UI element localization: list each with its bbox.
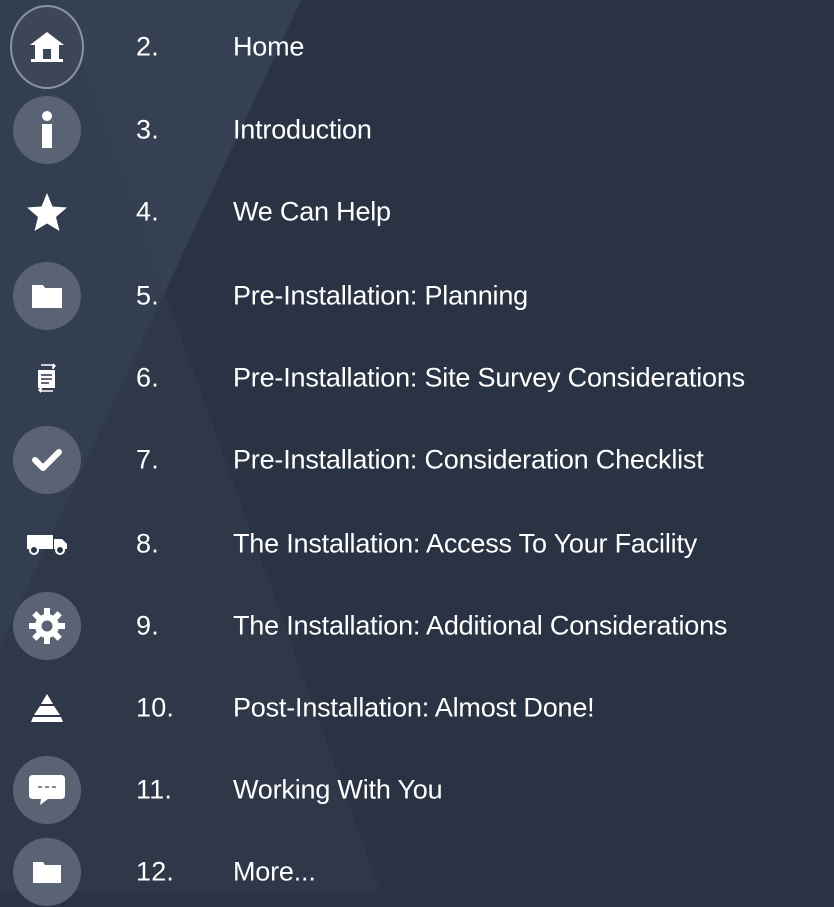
menu-item-introduction[interactable]: 3. Introduction bbox=[0, 95, 834, 165]
menu-item-label: The Installation: Additional Considerati… bbox=[233, 610, 728, 641]
menu-item-number: 6. bbox=[136, 362, 159, 393]
menu-item-number: 5. bbox=[136, 280, 159, 311]
checkmark-icon bbox=[13, 426, 81, 494]
truck-icon-button[interactable] bbox=[12, 509, 82, 579]
menu-item-number: 2. bbox=[136, 31, 159, 62]
menu-item-number: 9. bbox=[136, 610, 159, 641]
document-sync-icon bbox=[35, 361, 59, 395]
menu-item-number: 7. bbox=[136, 444, 159, 475]
menu-item-more[interactable]: 12. More... bbox=[0, 837, 834, 907]
menu-item-we-can-help[interactable]: 4. We Can Help bbox=[0, 177, 834, 247]
star-icon bbox=[26, 192, 68, 232]
menu-item-consideration-checklist[interactable]: 7. Pre-Installation: Consideration Check… bbox=[0, 425, 834, 495]
menu-item-number: 10. bbox=[136, 692, 175, 723]
folder-icon bbox=[13, 838, 81, 906]
chat-bubble-icon bbox=[13, 756, 81, 824]
menu-item-label: Home bbox=[233, 31, 305, 62]
menu-item-label: Working With You bbox=[233, 774, 443, 805]
menu-item-pre-installation-planning[interactable]: 5. Pre-Installation: Planning bbox=[0, 261, 834, 331]
menu-item-almost-done[interactable]: 10. Post-Installation: Almost Done! bbox=[0, 673, 834, 743]
star-icon-button[interactable] bbox=[12, 177, 82, 247]
menu-item-label: Pre-Installation: Planning bbox=[233, 280, 528, 311]
gear-icon-button[interactable] bbox=[12, 591, 82, 661]
menu-item-site-survey-considerations[interactable]: 6. Pre-Installation: Site Survey Conside… bbox=[0, 343, 834, 413]
table-of-contents-menu: 2. Home 3. Introduction 4. We Can Help 5… bbox=[0, 0, 834, 906]
menu-item-home[interactable]: 2. Home bbox=[0, 7, 834, 87]
pyramid-icon bbox=[30, 693, 64, 723]
menu-item-number: 4. bbox=[136, 196, 159, 227]
menu-item-number: 8. bbox=[136, 528, 159, 559]
info-icon-button[interactable] bbox=[12, 95, 82, 165]
menu-item-label: Post-Installation: Almost Done! bbox=[233, 692, 595, 723]
menu-item-label: We Can Help bbox=[233, 196, 391, 227]
pyramid-icon-button[interactable] bbox=[12, 673, 82, 743]
info-icon bbox=[13, 96, 81, 164]
menu-item-number: 12. bbox=[136, 856, 175, 887]
menu-item-label: Introduction bbox=[233, 114, 372, 145]
home-icon-button[interactable] bbox=[12, 7, 82, 87]
folder-icon bbox=[13, 262, 81, 330]
chat-bubble-icon-button[interactable] bbox=[12, 755, 82, 825]
menu-item-number: 11. bbox=[136, 774, 173, 805]
folder-icon-button[interactable] bbox=[12, 837, 82, 907]
folder-icon-button[interactable] bbox=[12, 261, 82, 331]
document-sync-icon-button[interactable] bbox=[12, 343, 82, 413]
menu-item-working-with-you[interactable]: 11. Working With You bbox=[0, 755, 834, 825]
menu-item-label: Pre-Installation: Consideration Checklis… bbox=[233, 444, 704, 475]
menu-item-number: 3. bbox=[136, 114, 159, 145]
menu-item-label: The Installation: Access To Your Facilit… bbox=[233, 528, 698, 559]
menu-item-label: More... bbox=[233, 856, 316, 887]
menu-item-access-to-your-facility[interactable]: 8. The Installation: Access To Your Faci… bbox=[0, 509, 834, 579]
menu-item-label: Pre-Installation: Site Survey Considerat… bbox=[233, 362, 745, 393]
menu-item-additional-considerations[interactable]: 9. The Installation: Additional Consider… bbox=[0, 591, 834, 661]
truck-icon bbox=[26, 533, 68, 555]
checkmark-icon-button[interactable] bbox=[12, 425, 82, 495]
gear-icon bbox=[13, 592, 81, 660]
home-icon bbox=[12, 7, 82, 87]
